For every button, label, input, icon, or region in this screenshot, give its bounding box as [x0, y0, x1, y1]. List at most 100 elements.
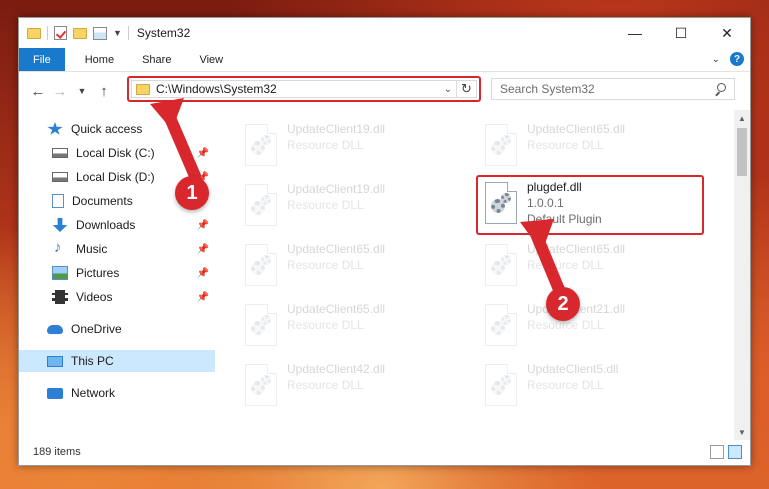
file-description: Resource DLL	[527, 318, 604, 332]
videos-icon	[52, 290, 68, 304]
music-icon	[52, 239, 68, 256]
address-bar[interactable]: C:\Windows\System32 ⌄ ↻	[131, 80, 477, 98]
dll-file-icon	[485, 364, 517, 406]
file-item[interactable]: UpdateClient19.dll Resource DLL	[239, 180, 469, 232]
chevron-down-icon[interactable]: ⌄	[712, 54, 720, 65]
maximize-button[interactable]: ☐	[658, 18, 704, 48]
search-icon[interactable]	[714, 83, 726, 95]
details-view-icon[interactable]	[710, 445, 724, 459]
item-count: 189 items	[33, 446, 81, 458]
address-path[interactable]: C:\Windows\System32	[156, 82, 440, 96]
file-name: UpdateClient42.dll	[287, 362, 386, 376]
dll-file-icon	[485, 124, 517, 166]
dll-file-icon	[245, 244, 277, 286]
back-arrow-icon[interactable]: ←	[27, 83, 49, 100]
folder-icon	[27, 27, 41, 39]
file-name: UpdateClient19.dll	[287, 182, 386, 196]
tab-file[interactable]: File	[19, 48, 65, 71]
sidebar-item-label: Network	[71, 386, 116, 400]
onedrive-icon	[47, 324, 63, 334]
navigation-bar: ← → ▼ ↑ C:\Windows\System32 ⌄ ↻	[19, 72, 750, 110]
ribbon-right: ⌄ ?	[712, 52, 744, 66]
pin-icon[interactable]: 📌	[197, 220, 209, 231]
pin-icon[interactable]: 📌	[197, 268, 209, 279]
sidebar-item-label: Videos	[76, 290, 113, 304]
file-item[interactable]: UpdateClient21.dllResource DLL	[479, 300, 709, 352]
file-item[interactable]: UpdateClient65.dll Resource DLL	[479, 240, 709, 292]
folder-icon	[136, 83, 150, 95]
view-toggle	[710, 445, 742, 459]
chevron-down-icon[interactable]: ▼	[113, 28, 122, 38]
file-name: UpdateClient65.dll	[287, 302, 386, 316]
tab-view[interactable]: View	[185, 48, 237, 71]
recent-locations-icon[interactable]: ▼	[71, 86, 93, 96]
file-description: Resource DLL	[287, 378, 364, 392]
status-bar: 189 items	[19, 439, 750, 465]
tiles-view-icon[interactable]	[728, 445, 742, 459]
file-name: UpdateClient65.dll	[527, 242, 626, 256]
file-list: UpdateClient19.dll Resource DLL UpdateCli…	[215, 110, 734, 440]
search-input[interactable]	[500, 82, 714, 96]
dll-file-icon	[245, 124, 277, 166]
dll-file-icon	[485, 244, 517, 286]
help-icon[interactable]: ?	[730, 52, 744, 66]
scroll-down-icon[interactable]: ▼	[734, 424, 750, 440]
pin-icon[interactable]: 📌	[197, 292, 209, 303]
up-arrow-icon[interactable]: ↑	[93, 83, 115, 100]
window-controls: — ☐ ✕	[612, 18, 750, 48]
divider	[127, 26, 129, 40]
sidebar-item-local-disk-c[interactable]: Local Disk (C:) 📌	[19, 142, 215, 164]
dll-file-icon	[245, 304, 277, 346]
step-callout-1: 1	[175, 176, 209, 210]
scroll-up-icon[interactable]: ▲	[734, 110, 750, 126]
file-name: UpdateClient5.dll	[527, 362, 619, 376]
file-item[interactable]: UpdateClient65.dll Resource DLL	[239, 240, 469, 292]
file-name: UpdateClient65.dll	[527, 122, 626, 136]
file-item[interactable]: UpdateClient19.dll Resource DLL	[239, 120, 469, 172]
file-item[interactable]: UpdateClient65.dll Resource DLL	[239, 300, 469, 352]
file-item[interactable]: UpdateClient65.dll Resource DLL	[479, 120, 709, 172]
address-highlight: C:\Windows\System32 ⌄ ↻	[127, 76, 481, 102]
dll-file-icon	[245, 184, 277, 226]
sidebar-item-network[interactable]: Network	[19, 382, 215, 404]
step-callout-2: 2	[546, 287, 580, 321]
sidebar-item-label: Downloads	[76, 218, 136, 232]
chevron-down-icon[interactable]: ⌄	[440, 84, 456, 95]
file-description: Resource DLL	[527, 138, 604, 152]
new-folder-icon[interactable]	[73, 27, 87, 39]
file-item[interactable]: UpdateClient5.dll Resource DLL	[479, 360, 709, 412]
pin-icon[interactable]: 📌	[197, 244, 209, 255]
navigation-pane: Quick access Local Disk (C:) 📌 Local Dis…	[19, 110, 215, 440]
close-button[interactable]: ✕	[704, 18, 750, 48]
sidebar-item-quick-access[interactable]: Quick access	[19, 118, 215, 140]
sidebar-item-pictures[interactable]: Pictures 📌	[19, 262, 215, 284]
dll-file-icon	[245, 364, 277, 406]
sidebar-item-this-pc[interactable]: This PC	[19, 350, 215, 372]
tab-home[interactable]: Home	[71, 48, 128, 71]
sidebar-item-label: Music	[76, 242, 108, 256]
file-item[interactable]: UpdateClient42.dll Resource DLL	[239, 360, 469, 412]
customize-icon[interactable]	[93, 26, 107, 40]
search-box[interactable]	[491, 78, 735, 100]
sidebar-item-videos[interactable]: Videos 📌	[19, 286, 215, 308]
drive-icon	[52, 172, 68, 182]
file-description: Resource DLL	[527, 258, 604, 272]
pin-icon[interactable]: 📌	[197, 148, 209, 159]
sidebar-item-music[interactable]: Music 📌	[19, 238, 215, 260]
downloads-icon	[52, 218, 68, 232]
star-icon	[47, 122, 63, 135]
tab-share[interactable]: Share	[128, 48, 185, 71]
refresh-icon[interactable]: ↻	[456, 80, 476, 98]
file-highlight	[476, 175, 704, 235]
dll-file-icon	[485, 304, 517, 346]
vertical-scrollbar[interactable]: ▲ ▼	[734, 110, 750, 440]
sidebar-item-label: This PC	[71, 354, 114, 368]
sidebar-item-label: Documents	[72, 194, 133, 208]
sidebar-item-onedrive[interactable]: OneDrive	[19, 318, 215, 340]
file-name: UpdateClient65.dll	[287, 242, 386, 256]
properties-check-icon[interactable]	[54, 26, 67, 40]
minimize-button[interactable]: —	[612, 18, 658, 48]
scroll-thumb[interactable]	[737, 128, 747, 176]
forward-arrow-icon[interactable]: →	[49, 83, 71, 100]
sidebar-item-downloads[interactable]: Downloads 📌	[19, 214, 215, 236]
